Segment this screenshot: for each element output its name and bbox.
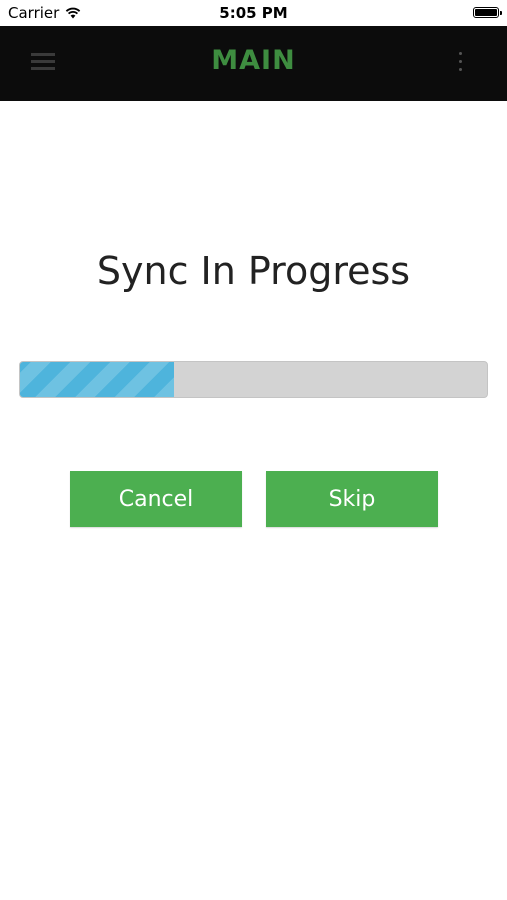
sync-progress-bar	[19, 361, 488, 398]
status-bar: Carrier 5:05 PM	[0, 0, 507, 26]
cancel-button[interactable]: Cancel	[70, 471, 242, 527]
more-vertical-icon[interactable]	[457, 52, 463, 74]
status-time: 5:05 PM	[219, 4, 288, 22]
app-bar: MAIN	[0, 26, 507, 101]
app-title: MAIN	[211, 45, 296, 76]
sync-progress-fill	[20, 362, 175, 397]
skip-button[interactable]: Skip	[266, 471, 438, 527]
battery-icon	[473, 7, 502, 18]
sync-title: Sync In Progress	[96, 249, 411, 293]
